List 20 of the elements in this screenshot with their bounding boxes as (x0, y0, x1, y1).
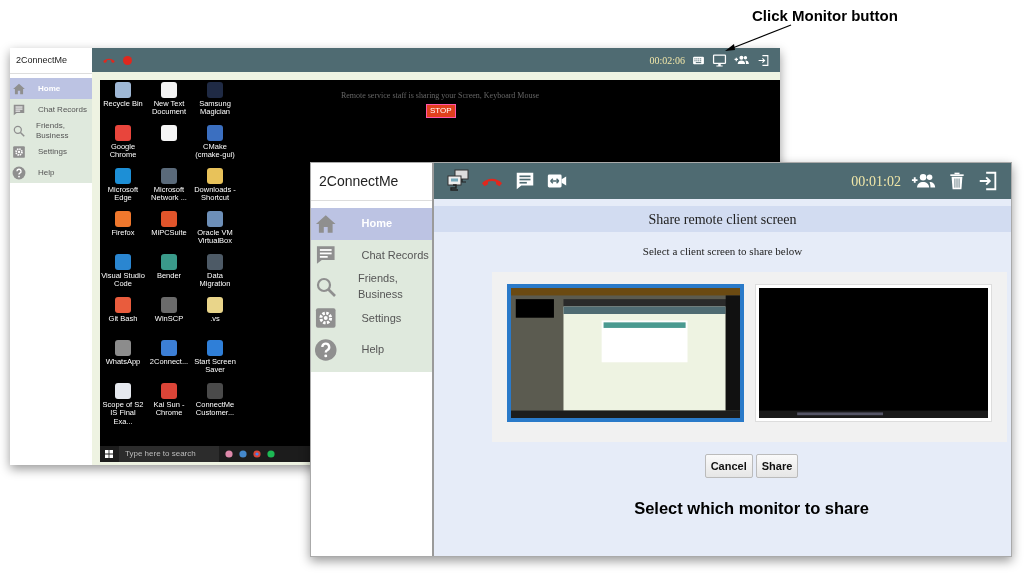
sidebar-item[interactable]: Settings (10, 141, 92, 162)
sidebar-item[interactable]: Friends, Business (10, 120, 92, 141)
sidebar-item[interactable]: Settings (311, 302, 432, 334)
dialog-title: Share remote client screen (434, 206, 1011, 232)
annotation-text: Click Monitor button (752, 6, 898, 26)
sidebar-item[interactable]: Help (10, 162, 92, 183)
app-title: 2ConnectMe (311, 163, 432, 201)
stop-button[interactable]: STOP (426, 104, 456, 118)
sidebar-item[interactable]: Help (311, 334, 432, 366)
sidebar-item[interactable]: Chat Records (10, 99, 92, 120)
sidebar-item[interactable]: Chat Records (311, 239, 432, 271)
sidebar-item[interactable]: Friends, Business (311, 271, 432, 303)
sharing-notice: Remote service staff is sharing your Screen, Keyboard Mouse (339, 90, 541, 102)
annotation-text: Select which monitor to share (633, 498, 870, 519)
dialog-subtitle: Select a client screen to share below (641, 244, 804, 259)
call-timer: 00:02:06 (649, 53, 685, 68)
taskbar-search-field[interactable]: Type here to search (119, 446, 219, 462)
dialog-button[interactable]: Cancel (704, 453, 753, 478)
dialog-button[interactable]: Share (755, 453, 799, 478)
call-timer: 00:01:02 (851, 172, 901, 191)
